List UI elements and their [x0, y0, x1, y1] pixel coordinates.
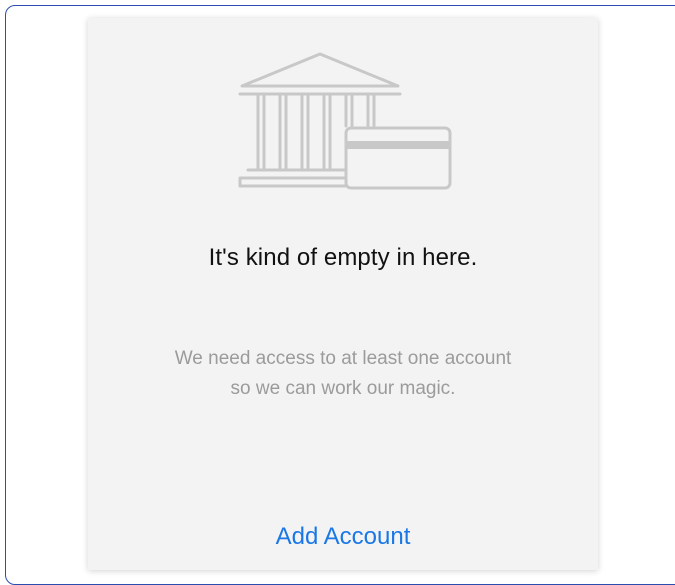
empty-state-message-line-2: so we can work our magic.: [230, 378, 456, 399]
empty-state-message-line-1: We need access to at least one account: [174, 348, 512, 369]
empty-state-card: It's kind of empty in here. We need acce…: [88, 18, 598, 570]
bank-card-icon: [238, 52, 452, 190]
add-account-button[interactable]: Add Account: [88, 523, 598, 551]
empty-state-message: We need access to at least one account s…: [88, 344, 598, 404]
empty-state-title: It's kind of empty in here.: [208, 244, 478, 271]
